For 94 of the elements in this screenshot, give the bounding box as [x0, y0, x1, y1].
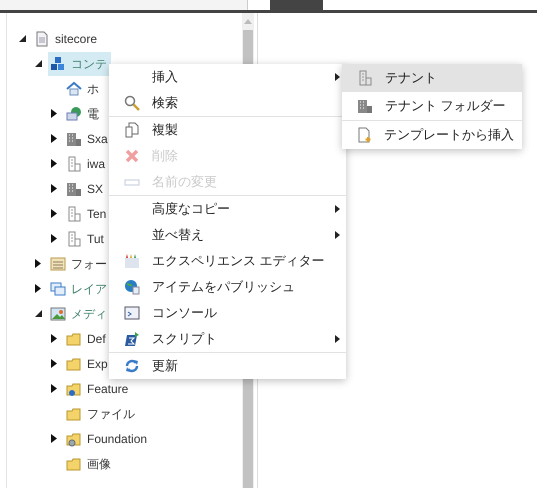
tree-item[interactable]: コンテ: [48, 52, 111, 76]
search-icon: [124, 95, 140, 111]
expanded-triangle-icon[interactable]: [34, 60, 42, 67]
tree-item[interactable]: Exp: [64, 352, 112, 376]
script-icon: [124, 331, 140, 347]
item-label: ホ: [87, 80, 99, 98]
copy-icon: [124, 122, 140, 138]
building-icon: [66, 206, 82, 222]
tree-item[interactable]: レイア: [48, 276, 111, 300]
item-label: ファイル: [87, 406, 135, 422]
submenu-arrow-icon: [335, 73, 340, 81]
tree-item[interactable]: メディ: [48, 302, 111, 326]
folder-icon: [66, 430, 82, 446]
building-icon: [66, 130, 82, 146]
menu-item[interactable]: テナント フォルダー: [342, 92, 522, 120]
tree-item[interactable]: Ten: [64, 202, 110, 226]
building-icon: [357, 98, 373, 114]
document-plus-icon: [357, 127, 373, 143]
collapsed-triangle-icon[interactable]: [51, 434, 57, 443]
folder-icon: [66, 406, 82, 422]
page-icon: [34, 30, 50, 46]
building-icon: [66, 180, 82, 196]
folder-icon: [66, 380, 82, 396]
tree-item[interactable]: Foundation: [64, 426, 152, 450]
tree-item[interactable]: iwa: [64, 152, 110, 176]
menu-item[interactable]: アイテムをパブリッシュ: [109, 274, 346, 300]
delete-icon: [124, 148, 140, 164]
item-label: コンテ: [71, 56, 107, 72]
collapsed-triangle-icon[interactable]: [51, 334, 57, 343]
item-label: SX: [87, 180, 104, 198]
collapsed-triangle-icon[interactable]: [35, 259, 41, 268]
mail-globe-icon: [66, 106, 82, 122]
tree-item[interactable]: 画像: [64, 452, 115, 476]
collapsed-triangle-icon[interactable]: [51, 134, 57, 143]
crayons-icon: [124, 253, 140, 269]
submenu-arrow-icon: [335, 205, 340, 213]
building-icon: [357, 70, 373, 86]
item-label: Def: [87, 330, 106, 348]
tree-item[interactable]: Def: [64, 326, 110, 350]
item-label: フォー: [71, 256, 107, 272]
form-icon: [50, 256, 66, 272]
tree-item[interactable]: ホ: [64, 76, 103, 100]
tree-item[interactable]: SX: [64, 176, 108, 200]
collapsed-triangle-icon[interactable]: [51, 184, 57, 193]
menu-item[interactable]: エクスペリエンス エディター: [109, 248, 346, 274]
menu-item[interactable]: 更新: [109, 353, 346, 379]
building-icon: [66, 156, 82, 172]
tree-item[interactable]: ファイル: [64, 402, 139, 426]
cubes-icon: [50, 56, 66, 72]
refresh-icon: [124, 358, 140, 374]
item-label: Feature: [87, 380, 128, 398]
item-label: sitecore: [55, 30, 98, 48]
folder-icon: [66, 330, 82, 346]
menu-item[interactable]: コンソール: [109, 300, 346, 326]
item-label: メディ: [71, 306, 107, 322]
folder-icon: [66, 356, 82, 372]
item-label: レイア: [71, 280, 107, 298]
folder-icon: [66, 456, 82, 472]
item-label: 電: [87, 106, 99, 122]
tree-item[interactable]: Tut: [64, 226, 108, 250]
tree-item[interactable]: 電: [64, 102, 103, 126]
tree-item[interactable]: Sxa: [64, 126, 112, 150]
item-label: iwa: [87, 156, 106, 172]
collapsed-triangle-icon[interactable]: [35, 284, 41, 293]
expanded-triangle-icon[interactable]: [34, 310, 42, 317]
menu-item[interactable]: スクリプト: [109, 326, 346, 352]
collapsed-triangle-icon[interactable]: [51, 384, 57, 393]
expanded-triangle-icon[interactable]: [18, 35, 26, 42]
collapsed-triangle-icon[interactable]: [51, 159, 57, 168]
menu-item[interactable]: 検索: [109, 90, 346, 116]
menu-item[interactable]: 高度なコピー: [109, 196, 346, 222]
tree-item[interactable]: sitecore: [32, 26, 102, 50]
item-label: Sxa: [87, 130, 108, 148]
collapsed-triangle-icon[interactable]: [51, 109, 57, 118]
menu-item[interactable]: テナント: [342, 64, 522, 92]
submenu-arrow-icon: [335, 335, 340, 343]
item-label: Exp: [87, 356, 108, 372]
item-label: Foundation: [87, 430, 148, 448]
globe-icon: [124, 279, 140, 295]
tree-item[interactable]: Feature: [64, 376, 132, 400]
image-icon: [50, 306, 66, 322]
item-label: 画像: [87, 456, 111, 472]
windows-icon: [50, 280, 66, 296]
submenu-arrow-icon: [335, 231, 340, 239]
item-label: Tut: [87, 230, 104, 248]
menu-item[interactable]: 並べ替え: [109, 222, 346, 248]
house-icon: [66, 80, 82, 96]
collapsed-triangle-icon[interactable]: [51, 234, 57, 243]
console-icon: [124, 305, 140, 321]
collapsed-triangle-icon[interactable]: [51, 209, 57, 218]
tree-item[interactable]: フォー: [48, 252, 111, 276]
item-label: Ten: [87, 206, 106, 222]
collapsed-triangle-icon[interactable]: [51, 359, 57, 368]
building-icon: [66, 230, 82, 246]
